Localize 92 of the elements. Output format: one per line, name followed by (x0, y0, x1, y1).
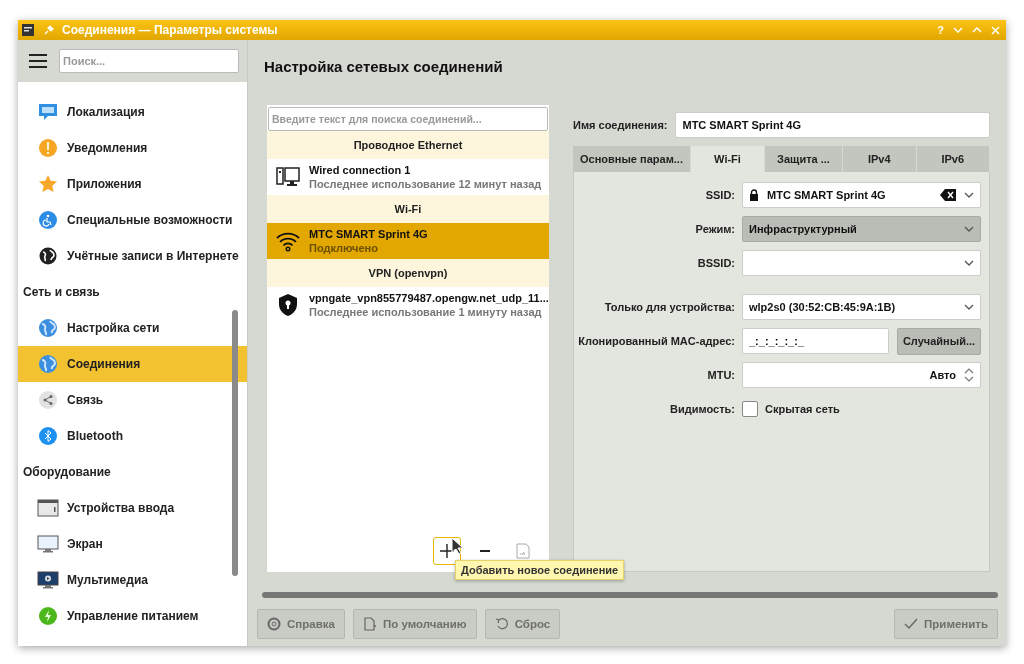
field-label: Только для устройства: (603, 301, 735, 313)
shield-lock-icon (277, 293, 299, 317)
chevron-down-icon (964, 304, 974, 310)
tooltip: Добавить новое соединение (455, 560, 625, 580)
field-label: Режим: (694, 223, 735, 235)
sidebar-item[interactable]: Уведомления (18, 130, 247, 166)
undo-icon (494, 617, 509, 631)
chevron-down-icon (964, 192, 974, 198)
sidebar-item[interactable]: Связь (18, 382, 247, 418)
computer-icon (276, 165, 300, 189)
clear-icon[interactable] (940, 189, 956, 201)
combo-box[interactable]: MTC SMART Sprint 4G (742, 182, 981, 208)
document-icon (362, 617, 377, 631)
sidebar-item[interactable]: Мультимедиа (18, 562, 247, 598)
sidebar-item[interactable]: Экран (18, 526, 247, 562)
sidebar-item[interactable]: Приложения (18, 166, 247, 202)
connection-item[interactable]: Wired connection 1 Последнее использование 12 минут назад (267, 159, 549, 195)
star-icon (38, 174, 58, 194)
connection-name: MTC SMART Sprint 4G (309, 228, 428, 240)
menu-icon[interactable] (29, 54, 47, 68)
globe-icon (38, 318, 58, 338)
field-label: MTU: (706, 369, 735, 381)
connection-name: vpngate_vpn855779487.opengw.net_udp_11... (309, 292, 549, 304)
field-label: SSID: (704, 189, 735, 201)
chevron-down-icon (964, 260, 974, 266)
window-title: Соединения — Параметры системы (62, 23, 278, 37)
mac-address-field[interactable]: _:_:_:_:_:_ (742, 327, 889, 354)
connection-group-header: Wi-Fi (267, 195, 549, 223)
minus-icon (480, 550, 490, 552)
horizontal-scrollbar[interactable] (262, 592, 998, 598)
chevron-down-icon (964, 226, 974, 232)
monitor-icon (37, 534, 59, 554)
globe-icon (38, 246, 58, 266)
connection-status: Последнее использование 12 минут назад (309, 178, 542, 190)
connection-group-header: VPN (openvpn) (267, 259, 549, 287)
connection-search-field[interactable]: Введите текст для поиска соединений... (268, 107, 548, 131)
random-button[interactable]: Случайный... (897, 327, 981, 355)
warning-icon (38, 138, 58, 158)
mouse-pointer-icon (451, 537, 463, 555)
connection-item[interactable]: vpngate_vpn855779487.opengw.net_udp_11... Последнее использование 1 минуту назад (267, 287, 549, 323)
dropdown-button[interactable]: Инфраструктурный (742, 216, 981, 242)
field-label: Видимость: (669, 403, 735, 415)
wifi-icon (275, 230, 301, 252)
tab[interactable]: Основные парам... (573, 146, 691, 172)
export-icon (516, 543, 530, 559)
sidebar-item[interactable]: Bluetooth (18, 418, 247, 454)
combo-box[interactable] (742, 250, 981, 276)
sidebar-section-header: Сеть и связь (22, 284, 101, 301)
checkmark-icon (904, 617, 918, 631)
maximize-icon[interactable] (972, 27, 982, 33)
plus-icon (440, 544, 454, 558)
lifebuoy-icon (267, 617, 281, 631)
search-field[interactable]: Поиск... (59, 49, 239, 73)
input-device-icon (37, 498, 59, 518)
spin-arrows-icon (964, 367, 974, 383)
accessibility-icon (38, 210, 58, 230)
tab[interactable]: Wi-Fi (691, 146, 765, 172)
power-icon (38, 606, 58, 626)
sidebar-item[interactable]: Устройства ввода (18, 490, 247, 526)
sidebar-item[interactable]: Учётные записи в Интернете (18, 238, 247, 274)
checkbox-label: Скрытая сеть (765, 403, 840, 415)
tab[interactable]: Защита ... (765, 146, 843, 172)
bluetooth-icon (38, 426, 58, 446)
app-icon (22, 24, 34, 36)
connection-item[interactable]: MTC SMART Sprint 4G Подключено (267, 223, 549, 259)
sidebar-item[interactable]: Соединения (18, 346, 247, 382)
spin-box[interactable]: Авто (742, 362, 981, 388)
minimize-icon[interactable] (953, 27, 963, 33)
field-label: BSSID: (696, 257, 735, 269)
connection-name-label: Имя соединения: (573, 119, 668, 131)
multimedia-monitor-icon (37, 570, 59, 590)
speech-bubble-icon (38, 102, 58, 122)
sidebar-item[interactable]: Управление питанием (18, 598, 247, 634)
globe-icon (38, 354, 58, 374)
connection-group-header: Проводное Ethernet (267, 131, 549, 159)
sidebar-item[interactable]: Специальные возможности (18, 202, 247, 238)
combo-box[interactable]: wlp2s0 (30:52:CB:45:9A:1B) (742, 294, 981, 320)
connection-name: Wired connection 1 (309, 164, 412, 176)
sidebar-item[interactable]: Локализация (18, 94, 247, 130)
tab[interactable]: IPv4 (843, 146, 917, 172)
connection-name-field[interactable]: MTC SMART Sprint 4G (675, 112, 990, 138)
scrollbar[interactable] (232, 310, 238, 576)
share-icon (38, 390, 58, 410)
checkbox[interactable] (742, 401, 758, 417)
sidebar-section-header: Оборудование (22, 464, 112, 481)
tab[interactable]: IPv6 (916, 146, 990, 172)
sidebar-item[interactable]: Настройка сети (18, 310, 247, 346)
page-heading: Настройка сетевых соединений (264, 58, 504, 76)
field-label: Клонированный MAC-адрес: (577, 335, 735, 347)
close-icon[interactable] (991, 25, 1000, 35)
connection-status: Подключено (309, 242, 379, 254)
connection-status: Последнее использование 1 минуту назад (309, 306, 543, 318)
